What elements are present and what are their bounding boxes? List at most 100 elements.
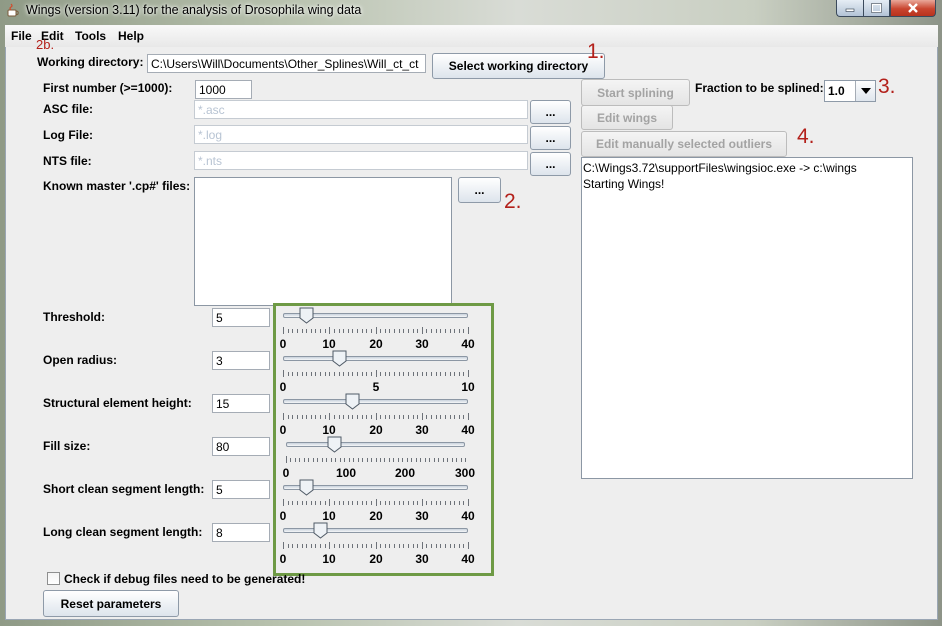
structural-height-slider-track[interactable] [283,399,468,404]
open-radius-field[interactable]: 3 [212,351,270,370]
slider-tick [331,458,332,462]
slider-tick [292,544,293,548]
slider-tick [440,544,441,548]
slider-tick [465,458,466,462]
reset-parameters-button[interactable]: Reset parameters [43,590,179,617]
structural-height-slider-thumb[interactable] [345,393,360,410]
slider-tick [339,501,340,505]
fraction-dropdown-arrow[interactable] [855,81,875,101]
asc-file-field[interactable]: *.asc [194,100,528,119]
slider-tick [440,415,441,419]
slider-tick [352,372,353,376]
slider-tick [283,327,284,334]
first-number-field[interactable]: 1000 [195,80,252,99]
log-output-area[interactable]: C:\Wings3.72\supportFiles\wingsioc.exe -… [581,157,913,479]
edit-outliers-button[interactable]: Edit manually selected outliers [581,131,787,157]
slider-tick [436,544,437,548]
short-clean-tick-label: 40 [461,509,475,523]
window-title: Wings (version 3.11) for the analysis of… [26,3,362,17]
edit-wings-button[interactable]: Edit wings [581,105,673,130]
slider-tick [302,329,303,333]
long-clean-slider-thumb[interactable] [313,522,328,539]
open-radius-label: Open radius: [43,353,118,367]
slider-tick [385,501,386,505]
annotation-3: 3. [878,75,896,98]
menu-tools[interactable]: Tools [75,29,106,43]
slider-tick [348,415,349,419]
fill-size-slider-thumb[interactable] [327,436,342,453]
asc-browse-button[interactable]: ... [530,100,571,124]
slider-tick [352,329,353,333]
slider-tick [334,544,335,548]
threshold-slider-thumb[interactable] [299,307,314,324]
start-splining-button[interactable]: Start splining [581,79,690,106]
slider-tick [452,458,453,462]
fraction-select[interactable]: 1.0 [824,80,876,102]
slider-tick [385,372,386,376]
fraction-label: Fraction to be splined: [695,81,824,95]
slider-tick [459,544,460,548]
slider-tick [343,329,344,333]
threshold-field[interactable]: 5 [212,308,270,327]
slider-tick [380,501,381,505]
slider-tick [357,501,358,505]
short-clean-field[interactable]: 5 [212,480,270,499]
slider-tick [413,501,414,505]
slider-tick [288,501,289,505]
slider-tick [436,372,437,376]
known-master-list[interactable] [194,177,452,306]
slider-tick [447,458,448,462]
slider-tick [339,544,340,548]
known-master-browse-button[interactable]: ... [458,177,501,203]
slider-tick [399,501,400,505]
slider-tick [362,415,363,419]
slider-tick [445,372,446,376]
nts-file-label: NTS file: [43,154,92,168]
slider-tick [366,501,367,505]
slider-tick [399,415,400,419]
slider-tick [431,329,432,333]
working-dir-field[interactable]: C:\Users\Will\Documents\Other_Splines\Wi… [147,54,426,73]
slider-tick [463,372,464,376]
debug-checkbox[interactable] [47,572,60,585]
slider-tick [385,415,386,419]
log-browse-button[interactable]: ... [530,126,571,150]
slider-tick [450,501,451,505]
minimize-icon [845,8,855,12]
log-file-field[interactable]: *.log [194,125,528,144]
slider-tick [325,415,326,419]
close-button[interactable] [890,0,936,17]
slider-tick [408,415,409,419]
nts-browse-button[interactable]: ... [530,152,571,176]
maximize-button[interactable] [863,0,890,17]
menu-help[interactable]: Help [118,29,144,43]
open-radius-slider-track[interactable] [283,356,468,361]
slider-tick [463,415,464,419]
fill-size-label: Fill size: [43,439,91,453]
minimize-button[interactable] [836,0,863,17]
menu-file[interactable]: File [11,29,32,43]
select-working-dir-button[interactable]: Select working directory [432,53,605,79]
slider-tick [317,458,318,462]
slider-tick [420,458,421,462]
slider-tick [299,458,300,462]
slider-tick [468,370,469,377]
slider-tick [357,415,358,419]
slider-tick [344,458,345,462]
slider-tick [459,329,460,333]
slider-tick [413,329,414,333]
open-radius-slider-thumb[interactable] [332,350,347,367]
slider-tick [456,458,457,462]
long-clean-field[interactable]: 8 [212,523,270,542]
slider-tick [311,501,312,505]
slider-tick [468,499,469,506]
fill-size-field[interactable]: 80 [212,437,270,456]
long-clean-slider-track[interactable] [283,528,468,533]
slider-tick [454,372,455,376]
nts-file-field[interactable]: *.nts [194,151,528,170]
slider-tick [315,415,316,419]
short-clean-slider-thumb[interactable] [299,479,314,496]
fill-size-slider-track[interactable] [286,442,465,447]
slider-tick [459,372,460,376]
structural-height-field[interactable]: 15 [212,394,270,413]
